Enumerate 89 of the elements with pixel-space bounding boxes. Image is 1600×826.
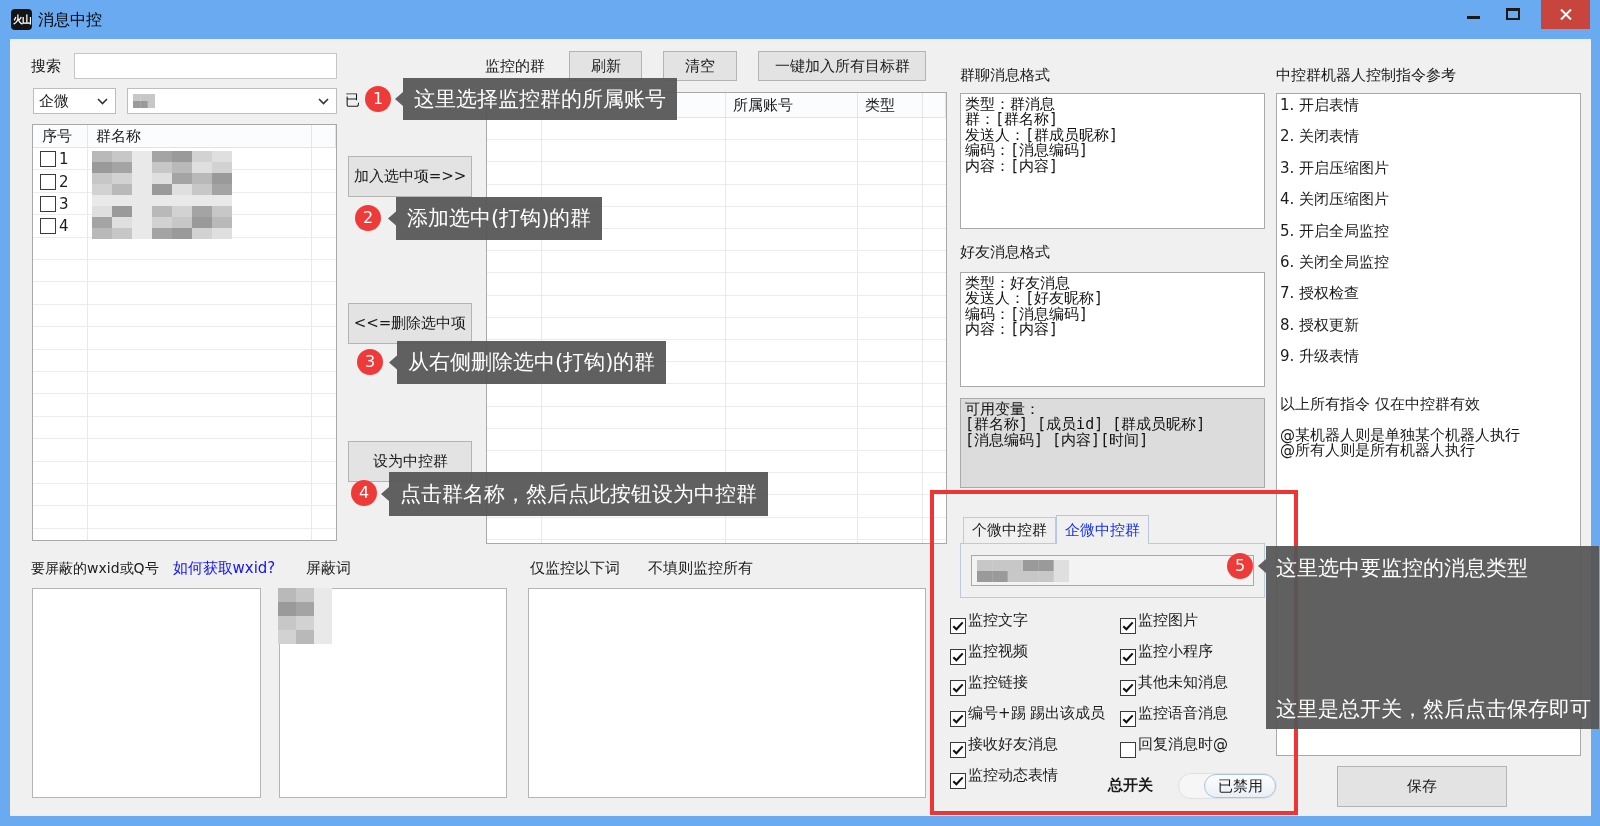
- checkbox[interactable]: [1120, 741, 1136, 758]
- checkbox-label: 编号+踢 踢出该成员: [968, 703, 1106, 723]
- close-button[interactable]: [1541, 0, 1590, 29]
- tab[interactable]: 个微中控群: [963, 517, 1056, 543]
- command-item: 7. 授权检查: [1280, 283, 1360, 305]
- text-area[interactable]: 类型：好友消息 发送人：[好友昵称] 编码：[消息编码] 内容：[内容]: [960, 272, 1265, 387]
- checkbox[interactable]: [950, 648, 966, 665]
- switch-label: 总开关: [1108, 775, 1153, 795]
- checkbox-label: 监控动态表情: [968, 765, 1058, 785]
- save-button[interactable]: 保存: [1337, 766, 1507, 807]
- section-label: 中控群机器人控制指令参考: [1276, 65, 1456, 85]
- checkbox-label: 监控小程序: [1138, 641, 1213, 661]
- row-number: 3: [59, 194, 69, 213]
- field-label: 屏蔽词: [306, 558, 351, 578]
- add-all-groups-button[interactable]: 一键加入所有目标群: [758, 51, 926, 81]
- command-item: 6. 关闭全局监控: [1280, 251, 1390, 273]
- checkbox[interactable]: [1120, 648, 1136, 665]
- maximize-icon: [1505, 8, 1520, 20]
- account-type-dropdown[interactable]: 企微: [33, 88, 116, 114]
- checkbox[interactable]: [950, 679, 966, 696]
- callout-text: 这里是总开关，然后点击保存即可: [1276, 696, 1591, 723]
- command-item: 8. 授权更新: [1280, 314, 1360, 336]
- checkbox-label: 接收好友消息: [968, 734, 1058, 754]
- text-field[interactable]: [971, 555, 1254, 586]
- toggle-switch[interactable]: 已禁用: [1178, 772, 1277, 799]
- command-item: 3. 开启压缩图片: [1280, 157, 1390, 179]
- checkbox[interactable]: [950, 710, 966, 727]
- command-item: 1. 开启表情: [1280, 95, 1360, 116]
- command-item: 5. 开启全局监控: [1280, 220, 1390, 242]
- checkbox-label: 监控视频: [968, 641, 1028, 661]
- section-label: 监控的群: [485, 56, 546, 76]
- pixel-mosaic: [133, 94, 155, 108]
- checkbox[interactable]: [40, 218, 56, 235]
- callout-tooltip: 这里选择监控群的所属账号: [395, 78, 677, 120]
- selected-count-label: 已: [345, 90, 360, 110]
- note-text: @某机器人则是单独某个机器人执行: [1280, 427, 1520, 443]
- help-link[interactable]: 如何获取wxid?: [172, 558, 276, 578]
- command-item: 9. 升级表情: [1280, 346, 1360, 368]
- note-text: 以上所有指令 仅在中控群有效: [1280, 393, 1480, 414]
- checkbox[interactable]: [1120, 710, 1136, 727]
- checkbox[interactable]: [1120, 617, 1136, 634]
- checkbox-label: 其他未知消息: [1138, 672, 1228, 692]
- close-icon: [1559, 9, 1572, 20]
- clear-button[interactable]: 清空: [663, 51, 737, 81]
- column-header: 类型: [858, 93, 923, 117]
- callout-tooltip: 点击群名称，然后点此按钮设为中控群: [381, 472, 768, 516]
- column-header: 所属账号: [726, 93, 858, 117]
- checkbox[interactable]: [40, 173, 56, 190]
- tab[interactable]: 企微中控群: [1056, 515, 1149, 544]
- command-item: 2. 关闭表情: [1280, 126, 1360, 148]
- account-dropdown[interactable]: [127, 88, 337, 114]
- column-header: 群名称: [88, 125, 312, 147]
- field-label: 不填则监控所有: [648, 558, 753, 578]
- callout-tooltip: 从右侧删除选中(打钩)的群: [389, 341, 667, 384]
- row-number: 1: [59, 150, 69, 169]
- checkbox[interactable]: [950, 617, 966, 634]
- chevron-down-icon: [97, 97, 108, 105]
- search-field[interactable]: [74, 53, 337, 79]
- callout-tooltip: 添加选中(打钩)的群: [388, 197, 603, 240]
- row-number: 4: [59, 217, 69, 236]
- app-logo: 火山: [11, 9, 32, 30]
- row-number: 2: [59, 172, 69, 191]
- add-selected-button[interactable]: 加入选中项=>>: [348, 156, 472, 197]
- variables-text-area: 可用变量： [群名称] [成员id] [群成员昵称] [消息编码] [内容][时间]: [960, 398, 1265, 488]
- checkbox-label: 监控文字: [968, 610, 1028, 630]
- checkbox[interactable]: [40, 195, 56, 212]
- refresh-button[interactable]: 刷新: [569, 51, 642, 81]
- chevron-down-icon: [318, 97, 329, 105]
- checkbox-label: 监控图片: [1138, 610, 1198, 630]
- column-header: 序号: [33, 125, 88, 147]
- checkbox[interactable]: [40, 151, 56, 168]
- callout-text: 这里选中要监控的消息类型: [1276, 555, 1528, 582]
- section-label: 好友消息格式: [960, 242, 1050, 262]
- checkbox-label: 监控链接: [968, 672, 1028, 692]
- checkbox[interactable]: [950, 741, 966, 758]
- remove-selected-button[interactable]: <<=删除选中项: [348, 303, 472, 344]
- checkbox[interactable]: [950, 772, 966, 789]
- checkbox-label: 回复消息时@: [1138, 734, 1228, 754]
- checkbox[interactable]: [1120, 679, 1136, 696]
- search-label: 搜索: [31, 56, 62, 76]
- minimize-icon: [1467, 16, 1480, 19]
- checkbox-label: 监控语音消息: [1138, 703, 1228, 723]
- field-label: 仅监控以下词: [530, 558, 620, 578]
- command-item: 4. 关闭压缩图片: [1280, 189, 1390, 211]
- section-label: 群聊消息格式: [960, 65, 1050, 85]
- field-label: 要屏蔽的wxid或Q号: [31, 559, 159, 578]
- window-title: 消息中控: [38, 9, 102, 30]
- pixel-mosaic: [278, 588, 332, 644]
- text-area[interactable]: 类型：群消息 群：[群名称] 发送人：[群成员昵称] 编码：[消息编码] 内容：[内容]: [960, 93, 1265, 229]
